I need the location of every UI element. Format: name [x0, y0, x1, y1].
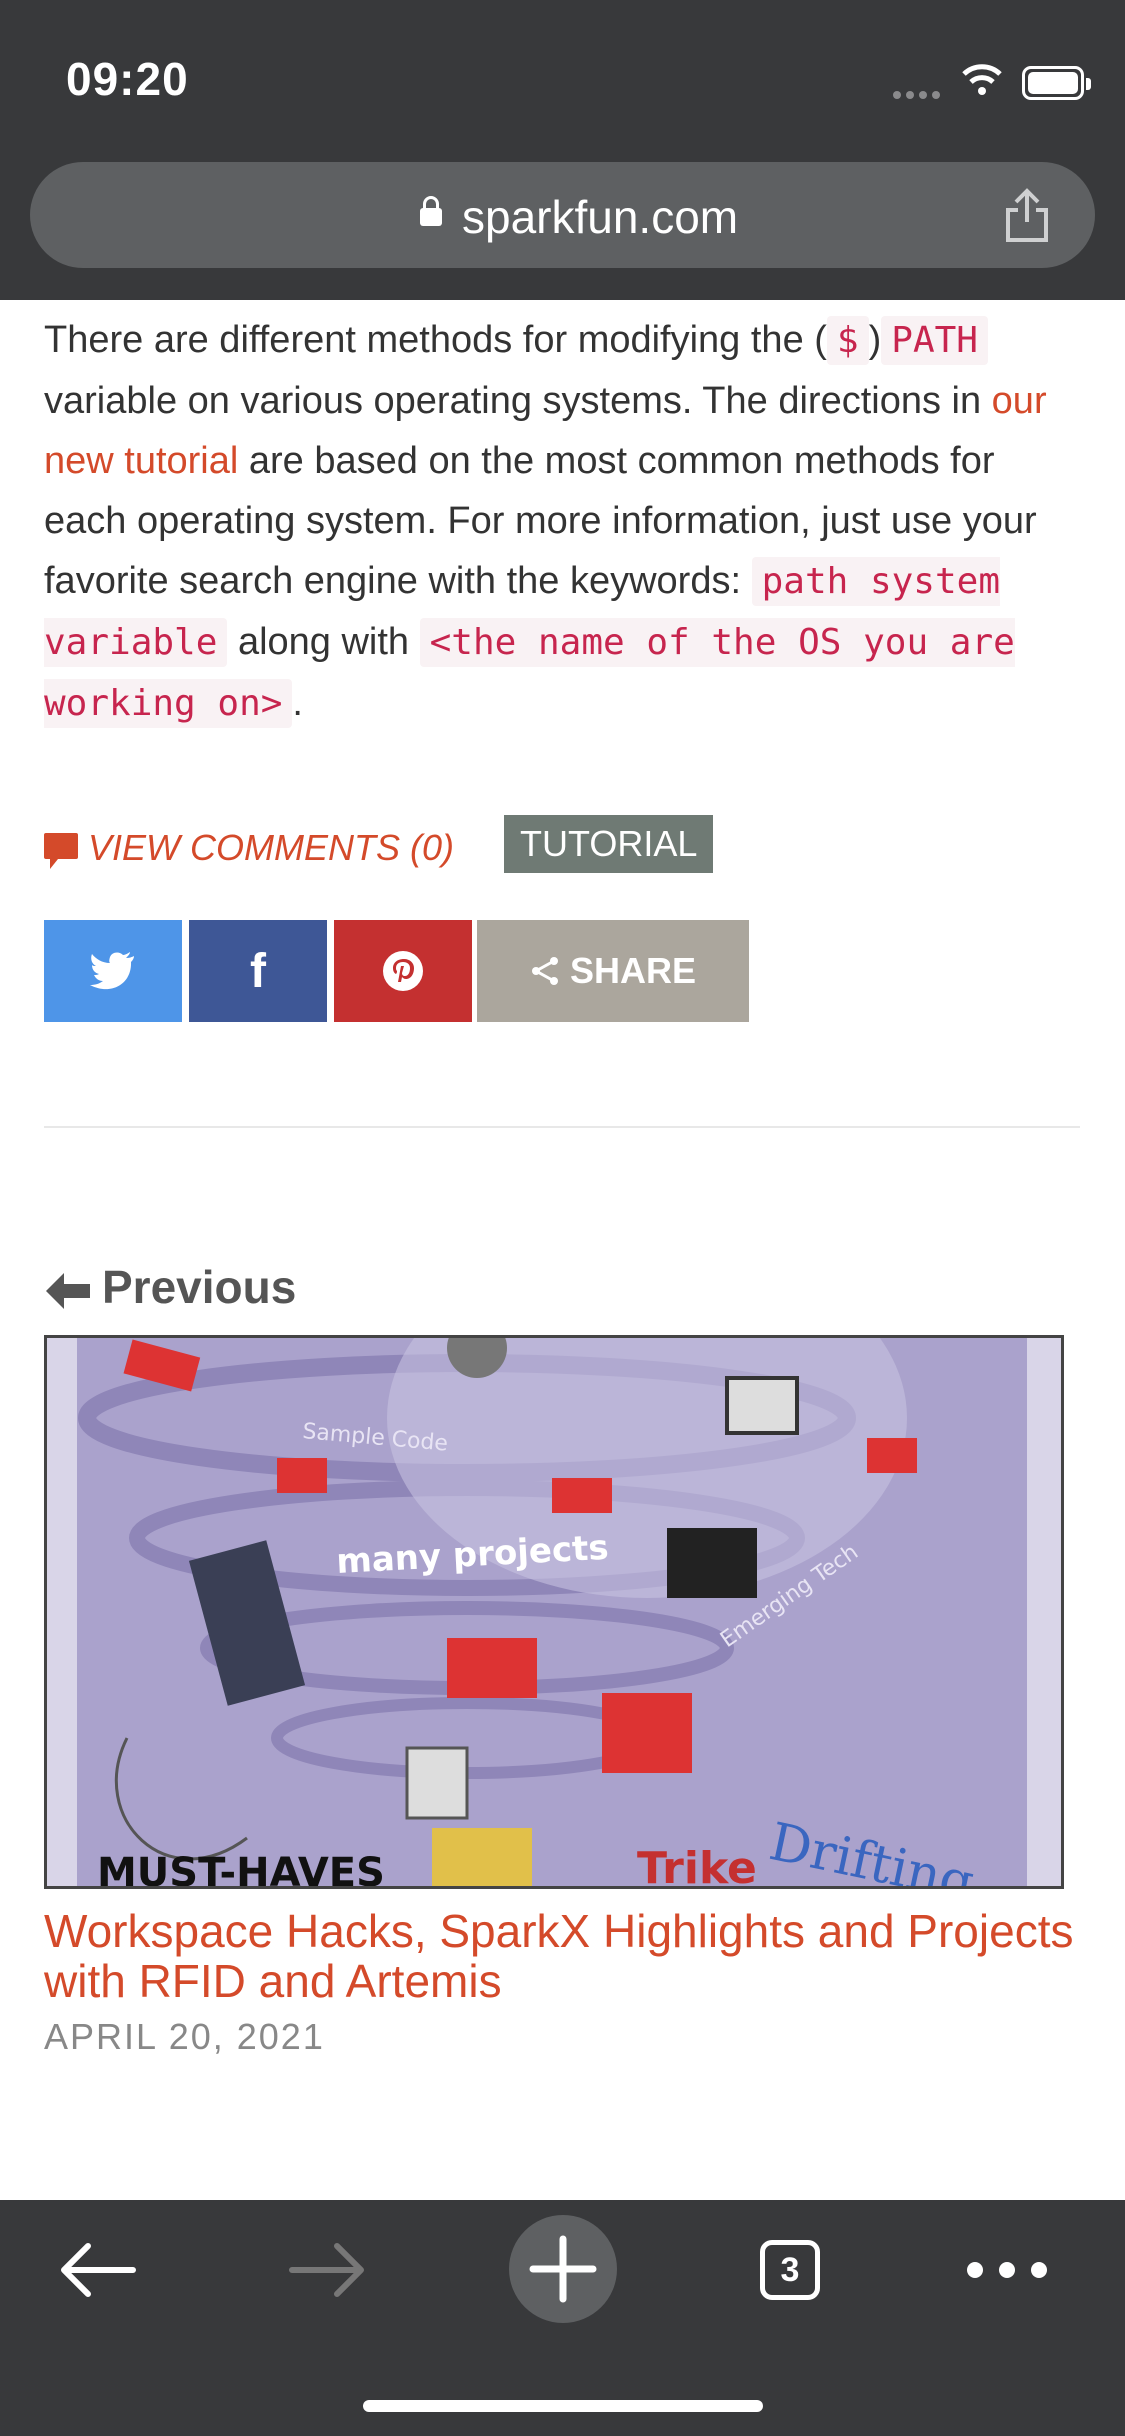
battery-icon: [1022, 66, 1091, 100]
share-nodes-icon: [531, 957, 558, 985]
article-paragraph: There are different methods for modifyin…: [44, 310, 1084, 734]
code-dollar: $: [826, 316, 869, 365]
wifi-icon: [962, 64, 1002, 95]
facebook-share-button[interactable]: f: [189, 920, 327, 1022]
pinterest-icon: [383, 951, 423, 991]
browser-toolbar: 3: [0, 2200, 1125, 2436]
share-button[interactable]: SHARE: [477, 920, 749, 1022]
pinterest-share-button[interactable]: [334, 920, 472, 1022]
forward-arrow-icon[interactable]: [287, 2240, 367, 2300]
code-path: PATH: [881, 316, 988, 365]
page-content: There are different methods for modifyin…: [0, 300, 1125, 2200]
tabs-button[interactable]: 3: [760, 2240, 820, 2300]
thumbnail-illustration: Sample Code many projects Emerging Tech …: [47, 1338, 1061, 1886]
thumb-text-trike: Trike: [637, 1843, 757, 1886]
comments-label: VIEW COMMENTS (0): [88, 827, 454, 868]
address-field[interactable]: sparkfun.com: [30, 162, 1095, 268]
section-divider: [44, 1126, 1080, 1128]
share-icon[interactable]: [1002, 188, 1052, 244]
para-text: .: [292, 682, 303, 724]
comment-icon: [44, 833, 78, 870]
previous-post-date: APRIL 20, 2021: [44, 2016, 325, 2057]
back-arrow-icon[interactable]: [58, 2240, 138, 2300]
more-options-icon[interactable]: [965, 2260, 1049, 2280]
para-text: variable on various operating systems. T…: [44, 380, 992, 422]
browser-url-bar: sparkfun.com: [0, 150, 1125, 300]
previous-post-title[interactable]: Workspace Hacks, SparkX Highlights and P…: [44, 1906, 1084, 2006]
status-time: 09:20: [66, 53, 189, 105]
para-text: There are different methods for modifyin…: [44, 319, 827, 361]
thumb-text-must-haves: MUST-HAVES: [97, 1850, 385, 1886]
facebook-icon: f: [250, 944, 266, 998]
url-domain: sparkfun.com: [462, 191, 739, 243]
new-tab-icon[interactable]: [508, 2214, 618, 2324]
previous-post-thumbnail[interactable]: Sample Code many projects Emerging Tech …: [44, 1335, 1064, 1889]
view-comments-link[interactable]: VIEW COMMENTS (0): [44, 827, 454, 870]
status-bar: 09:20: [0, 0, 1125, 150]
share-label: SHARE: [569, 950, 697, 991]
twitter-icon: [90, 952, 134, 990]
tag-badge[interactable]: TUTORIAL: [504, 815, 714, 873]
previous-link[interactable]: Previous: [44, 1260, 296, 1314]
previous-label: Previous: [102, 1261, 297, 1313]
arrow-left-icon: [46, 1272, 90, 1309]
cellular-signal-icon: [893, 86, 945, 104]
para-text: along with: [227, 621, 420, 663]
lock-icon: [420, 196, 442, 226]
home-indicator: [363, 2400, 763, 2412]
twitter-share-button[interactable]: [44, 920, 182, 1022]
para-text: ): [868, 319, 882, 361]
